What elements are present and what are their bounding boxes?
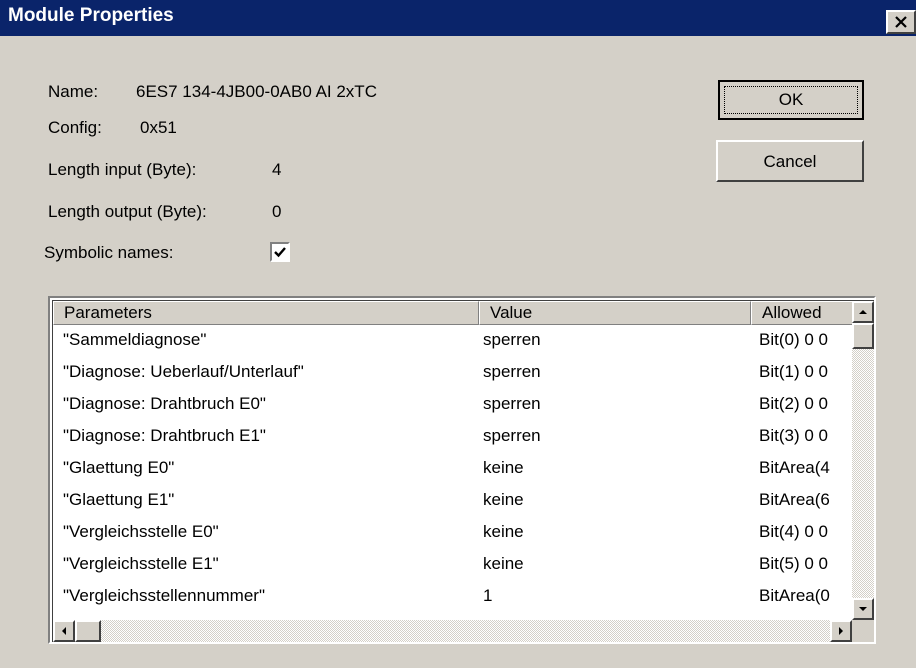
scroll-right-button[interactable] <box>830 620 852 642</box>
column-header-value[interactable]: Value <box>479 301 751 325</box>
name-value: 6ES7 134-4JB00-0AB0 AI 2xTC <box>136 82 377 101</box>
length-input-label: Length input (Byte): <box>48 160 197 179</box>
table-row[interactable]: "Vergleichsstelle E1" keine Bit(5) 0 0 <box>53 550 853 582</box>
checkmark-icon <box>274 247 286 258</box>
allowed-cell: Bit(1) 0 0 <box>759 362 828 381</box>
window-title: Module Properties <box>8 5 174 26</box>
length-output-label: Length output (Byte): <box>48 202 207 221</box>
parameter-cell: "Diagnose: Drahtbruch E0" <box>63 394 266 413</box>
parameter-cell: "Diagnose: Drahtbruch E1" <box>63 426 266 445</box>
horizontal-scroll-thumb[interactable] <box>75 620 101 642</box>
table-row[interactable]: "Glaettung E0" keine BitArea(4 <box>53 454 853 486</box>
length-output-value: 0 <box>272 202 282 221</box>
close-icon <box>895 16 907 28</box>
cancel-button[interactable]: Cancel <box>716 140 864 182</box>
vertical-scroll-thumb[interactable] <box>852 323 874 349</box>
column-header-allowed[interactable]: Allowed <box>751 301 855 325</box>
allowed-cell: Bit(0) 0 0 <box>759 330 828 349</box>
allowed-cell: Bit(2) 0 0 <box>759 394 828 413</box>
parameter-cell: "Vergleichsstelle E1" <box>63 554 219 573</box>
config-value: 0x51 <box>140 118 177 137</box>
value-cell: sperren <box>483 330 541 349</box>
value-cell: keine <box>483 458 524 477</box>
table-row[interactable]: "Glaettung E1" keine BitArea(6 <box>53 486 853 518</box>
parameters-list[interactable]: Parameters Value Allowed "Sammeldiagnose… <box>48 296 876 644</box>
value-cell: sperren <box>483 426 541 445</box>
value-cell: keine <box>483 554 524 573</box>
allowed-cell: Bit(5) 0 0 <box>759 554 828 573</box>
value-cell: 1 <box>483 586 493 605</box>
symbolic-names-checkbox[interactable] <box>270 242 290 262</box>
value-cell: sperren <box>483 394 541 413</box>
column-header-parameters[interactable]: Parameters <box>53 301 479 325</box>
scroll-up-button[interactable] <box>852 301 874 323</box>
ok-button[interactable]: OK <box>718 80 864 120</box>
symbolic-names-label: Symbolic names: <box>44 243 174 262</box>
close-button[interactable] <box>886 10 916 34</box>
table-row[interactable]: "Sammeldiagnose" sperren Bit(0) 0 0 <box>53 326 853 358</box>
parameter-cell: "Diagnose: Ueberlauf/Unterlauf" <box>63 362 304 381</box>
parameter-cell: "Vergleichsstelle E0" <box>63 522 219 541</box>
allowed-cell: Bit(3) 0 0 <box>759 426 828 445</box>
table-row[interactable]: "Diagnose: Ueberlauf/Unterlauf" sperren … <box>53 358 853 390</box>
table-row[interactable]: "Diagnose: Drahtbruch E1" sperren Bit(3)… <box>53 422 853 454</box>
allowed-cell: Bit(4) 0 0 <box>759 522 828 541</box>
parameter-cell: "Glaettung E1" <box>63 490 175 509</box>
vertical-scrollbar[interactable] <box>852 301 874 620</box>
value-cell: sperren <box>483 362 541 381</box>
parameter-cell: "Vergleichsstellennummer" <box>63 586 265 605</box>
scroll-left-button[interactable] <box>53 620 75 642</box>
arrow-up-icon <box>859 310 867 314</box>
arrow-right-icon <box>839 627 843 635</box>
scrollbar-corner <box>852 620 874 642</box>
table-row[interactable]: "Vergleichsstellennummer" 1 BitArea(0 <box>53 582 853 614</box>
scroll-down-button[interactable] <box>852 598 874 620</box>
allowed-cell: BitArea(0 <box>759 586 830 605</box>
parameter-cell: "Glaettung E0" <box>63 458 175 477</box>
arrow-down-icon <box>859 607 867 611</box>
title-bar[interactable]: Module Properties <box>0 0 916 36</box>
allowed-cell: BitArea(4 <box>759 458 830 477</box>
name-label: Name: <box>48 82 99 101</box>
config-label: Config: <box>48 118 102 137</box>
table-row[interactable]: "Diagnose: Drahtbruch E0" sperren Bit(2)… <box>53 390 853 422</box>
parameter-cell: "Sammeldiagnose" <box>63 330 207 349</box>
table-row[interactable]: "Vergleichsstelle E0" keine Bit(4) 0 0 <box>53 518 853 550</box>
length-input-value: 4 <box>272 160 282 179</box>
value-cell: keine <box>483 522 524 541</box>
arrow-left-icon <box>62 627 66 635</box>
cancel-label: Cancel <box>763 152 817 171</box>
value-cell: keine <box>483 490 524 509</box>
horizontal-scrollbar[interactable] <box>53 620 852 642</box>
allowed-cell: BitArea(6 <box>759 490 830 509</box>
ok-label: OK <box>778 90 804 109</box>
